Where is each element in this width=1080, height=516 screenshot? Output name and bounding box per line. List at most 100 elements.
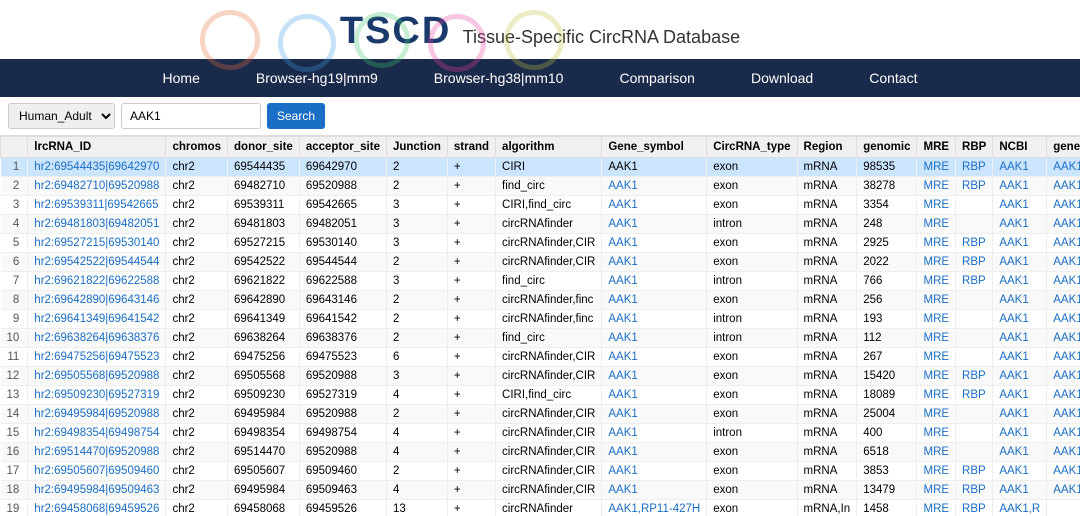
table-row: 10hr2:69638264|69638376chr26963826469638… xyxy=(1,329,1080,348)
col-algorithm: algorithm xyxy=(496,137,602,158)
table-cell: circRNAfinder xyxy=(496,215,602,234)
table-row: 17hr2:69505607|69509460chr26950560769509… xyxy=(1,462,1080,481)
toolbar: Human_Adult Human_Fetal Mouse_Adult Sear… xyxy=(0,97,1080,136)
table-cell: 69642890 xyxy=(228,291,300,310)
gene-symbol[interactable]: AAK1 xyxy=(602,367,707,386)
gene-symbol[interactable]: AAK1 xyxy=(602,424,707,443)
circrna-id[interactable]: hr2:69481803|69482051 xyxy=(28,215,166,234)
table-row: 5hr2:69527215|69530140chr269527215695301… xyxy=(1,234,1080,253)
circrna-id[interactable]: hr2:69527215|69530140 xyxy=(28,234,166,253)
circrna-id[interactable]: hr2:69458068|69459526 xyxy=(28,500,166,516)
gene-symbol[interactable]: AAK1 xyxy=(602,386,707,405)
table-header-row: lrcRNA_ID chromos donor_site acceptor_si… xyxy=(1,137,1080,158)
table-cell: 69641542 xyxy=(299,310,386,329)
table-cell: circRNAfinder xyxy=(496,500,602,516)
nav-download[interactable]: Download xyxy=(723,59,841,97)
row-number: 16 xyxy=(1,443,28,462)
gene-symbol[interactable]: AAK1 xyxy=(602,348,707,367)
table-cell: chr2 xyxy=(166,329,228,348)
table-cell: 3 xyxy=(386,234,447,253)
gene-symbol[interactable]: AAK1 xyxy=(602,253,707,272)
gene-symbol[interactable]: AAK1 xyxy=(602,329,707,348)
table-cell: exon xyxy=(707,253,797,272)
data-table-container: lrcRNA_ID chromos donor_site acceptor_si… xyxy=(0,136,1080,516)
table-cell: 3354 xyxy=(857,196,917,215)
circrna-id[interactable]: hr2:69621822|69622588 xyxy=(28,272,166,291)
species-select[interactable]: Human_Adult Human_Fetal Mouse_Adult xyxy=(8,103,115,129)
row-number: 9 xyxy=(1,310,28,329)
circrna-id[interactable]: hr2:69495984|69509463 xyxy=(28,481,166,500)
table-cell xyxy=(956,424,993,443)
table-cell: circRNAfinder,CIR xyxy=(496,253,602,272)
table-cell xyxy=(956,215,993,234)
row-number: 2 xyxy=(1,177,28,196)
table-cell: find_circ xyxy=(496,272,602,291)
table-row: 7hr2:69621822|69622588chr269621822696225… xyxy=(1,272,1080,291)
circrna-id[interactable]: hr2:69544435|69642970 xyxy=(28,158,166,177)
gene-symbol[interactable]: AAK1 xyxy=(602,196,707,215)
table-cell: CIRI xyxy=(496,158,602,177)
logo-area: TSCD Tissue-Specific CircRNA Database xyxy=(0,0,1080,59)
gene-symbol[interactable]: AAK1 xyxy=(602,462,707,481)
circrna-table: lrcRNA_ID chromos donor_site acceptor_si… xyxy=(0,136,1080,516)
table-cell: 69542522 xyxy=(228,253,300,272)
gene-symbol[interactable]: AAK1 xyxy=(602,405,707,424)
gene-symbol[interactable]: AAK1 xyxy=(602,272,707,291)
search-input[interactable] xyxy=(121,103,261,129)
nav-contact[interactable]: Contact xyxy=(841,59,945,97)
table-cell: circRNAfinder,CIR xyxy=(496,462,602,481)
table-cell: + xyxy=(447,443,495,462)
table-cell: 69638376 xyxy=(299,329,386,348)
table-cell xyxy=(956,348,993,367)
circrna-id[interactable]: hr2:69638264|69638376 xyxy=(28,329,166,348)
gene-symbol[interactable]: AAK1 xyxy=(602,481,707,500)
circrna-id[interactable]: hr2:69505568|69520988 xyxy=(28,367,166,386)
table-cell: + xyxy=(447,310,495,329)
table-row: 15hr2:69498354|69498754chr26949835469498… xyxy=(1,424,1080,443)
table-cell: 69509230 xyxy=(228,386,300,405)
gene-symbol[interactable]: AAK1 xyxy=(602,177,707,196)
circrna-id[interactable]: hr2:69542522|69544544 xyxy=(28,253,166,272)
table-cell: exon xyxy=(707,367,797,386)
table-cell: exon xyxy=(707,500,797,516)
gene-symbol[interactable]: AAK1 xyxy=(602,310,707,329)
circrna-id[interactable]: hr2:69539311|69542665 xyxy=(28,196,166,215)
table-cell: 3 xyxy=(386,196,447,215)
gene-symbol[interactable]: AAK1,RP11-427H xyxy=(602,500,707,516)
nav-comparison[interactable]: Comparison xyxy=(591,59,722,97)
table-cell: 69539311 xyxy=(228,196,300,215)
circrna-id[interactable]: hr2:69642890|69643146 xyxy=(28,291,166,310)
table-cell: intron xyxy=(707,215,797,234)
row-number: 6 xyxy=(1,253,28,272)
table-cell: chr2 xyxy=(166,500,228,516)
circrna-id[interactable]: hr2:69482710|69520988 xyxy=(28,177,166,196)
circrna-id[interactable]: hr2:69641349|69641542 xyxy=(28,310,166,329)
circrna-id[interactable]: hr2:69509230|69527319 xyxy=(28,386,166,405)
table-cell: 69481803 xyxy=(228,215,300,234)
table-cell: circRNAfinder,CIR xyxy=(496,234,602,253)
search-button[interactable]: Search xyxy=(267,103,325,129)
table-cell: mRNA,In xyxy=(797,500,857,516)
table-cell: chr2 xyxy=(166,405,228,424)
circrna-id[interactable]: hr2:69495984|69520988 xyxy=(28,405,166,424)
circrna-id[interactable]: hr2:69514470|69520988 xyxy=(28,443,166,462)
circrna-id[interactable]: hr2:69505607|69509460 xyxy=(28,462,166,481)
table-cell: 69527215 xyxy=(228,234,300,253)
table-row: 6hr2:69542522|69544544chr269542522695445… xyxy=(1,253,1080,272)
row-number: 11 xyxy=(1,348,28,367)
row-number: 3 xyxy=(1,196,28,215)
gene-symbol[interactable]: AAK1 xyxy=(602,215,707,234)
table-cell: mRNA xyxy=(797,196,857,215)
gene-symbol[interactable]: AAK1 xyxy=(602,234,707,253)
table-cell: 248 xyxy=(857,215,917,234)
circrna-id[interactable]: hr2:69475256|69475523 xyxy=(28,348,166,367)
table-cell: chr2 xyxy=(166,348,228,367)
gene-symbol[interactable]: AAK1 xyxy=(602,443,707,462)
table-cell: intron xyxy=(707,424,797,443)
circrna-id[interactable]: hr2:69498354|69498754 xyxy=(28,424,166,443)
table-cell: exon xyxy=(707,291,797,310)
col-gene-symbol: Gene_symbol xyxy=(602,137,707,158)
gene-symbol[interactable]: AAK1 xyxy=(602,291,707,310)
table-cell: find_circ xyxy=(496,329,602,348)
table-cell: 3 xyxy=(386,272,447,291)
